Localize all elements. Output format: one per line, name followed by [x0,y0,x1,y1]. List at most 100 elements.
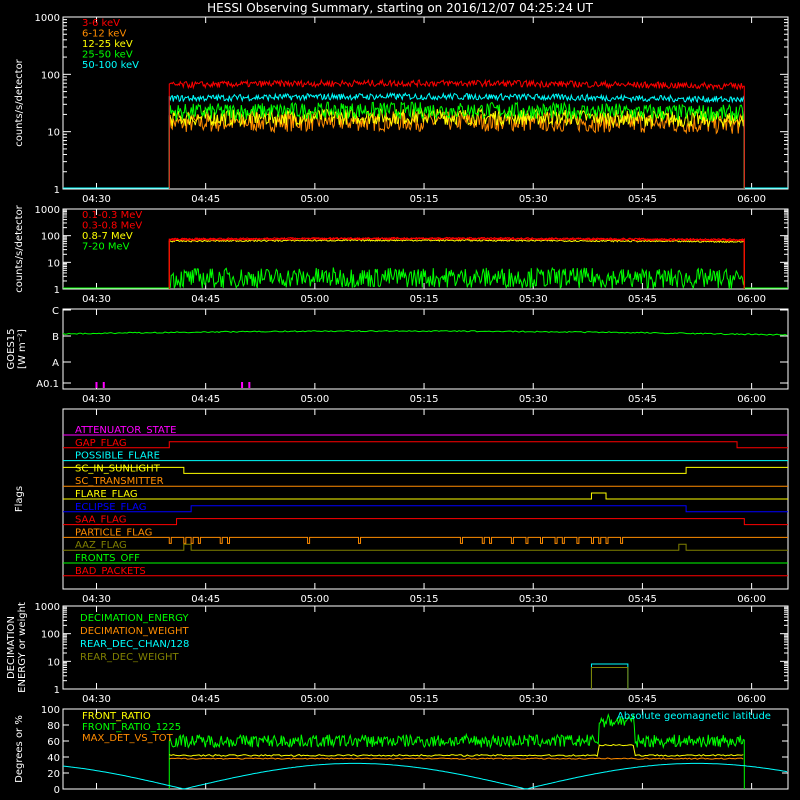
y-tick-label: 10 [47,258,60,269]
legend-entry: REAR_DEC_WEIGHT [80,652,179,663]
max-det-vs-tot-line [169,757,744,760]
x-tick-label: 06:00 [737,594,766,605]
y-axis-label: Degrees or % [14,715,25,783]
front-ratio-line [169,743,744,757]
y-tick-label: 1000 [35,13,60,24]
x-tick-label: 05:15 [410,594,439,605]
y-tick-label: 1 [54,185,60,196]
y-tick-label: 60 [47,737,60,748]
y-tick-label: 100 [41,705,60,716]
x-tick-label: 05:00 [300,194,329,205]
flag-line-eclipse_flag [63,505,788,513]
x-tick-label: 04:45 [191,294,220,305]
x-tick-label: 04:45 [191,394,220,405]
legend-entry: DECIMATION_WEIGHT [80,626,189,637]
x-tick-label: 06:00 [737,194,766,205]
x-tick-label: 05:15 [410,194,439,205]
flag-label: GAP_FLAG [75,438,127,449]
x-tick-label: 05:15 [410,694,439,705]
y-tick-label: 10 [47,128,60,139]
flag-label: SAA_FLAG [75,515,126,526]
x-tick-label: 04:45 [191,594,220,605]
legend-entry: 12-25 keV [82,39,133,50]
y-axis-label-line2: [W m⁻²] [17,329,28,369]
series-line-7-20-MeV [168,266,745,290]
x-tick-label: 06:00 [737,294,766,305]
flag-line-saa_flag [63,518,788,526]
hessi-summary-figure: HESSI Observing Summary, starting on 201… [0,0,800,800]
x-tick-label: 04:30 [82,194,111,205]
legend-entry: 50-100 keV [82,60,139,71]
x-tick-label: 04:30 [82,394,111,405]
y-tick-label: 10 [47,657,60,668]
flag-label: POSSIBLE_FLARE [75,451,160,462]
x-tick-label: 05:00 [300,394,329,405]
y-axis-label: Flags [14,486,25,512]
y-axis-label: counts/s/detector [14,58,25,146]
y-tick-label: 0 [54,785,60,796]
x-tick-label: 05:45 [628,194,657,205]
y-tick-label: 1 [54,285,60,296]
y-tick-label: A0.1 [36,379,59,390]
legend-entry: 7-20 MeV [82,242,130,253]
legend-entry: FRONT_RATIO [82,711,151,722]
y-tick-label: A [52,358,59,369]
legend-entry: 6-12 keV [82,29,126,40]
flag-line-flare_flag [63,492,788,500]
legend-entry: MAX_DET_VS_TOT [82,733,174,744]
x-tick-label: 05:30 [519,694,548,705]
legend-entry: REAR_DEC_CHAN/128 [80,639,189,650]
x-tick-label: 04:45 [191,694,220,705]
x-tick-label: 05:30 [519,394,548,405]
flag-label: BAD_PACKETS [75,566,146,577]
x-tick-label: 04:30 [82,594,111,605]
x-tick-label: 05:30 [519,594,548,605]
y-tick-label: 100 [41,70,60,81]
front-ratio-1225-line [168,713,745,790]
y-tick-label: 100 [41,232,60,243]
legend-entry: 3-6 keV [82,18,120,29]
y-tick-label: 80 [47,721,60,732]
y-tick-label: 40 [47,753,60,764]
x-tick-label: 05:00 [300,594,329,605]
y-tick-label: 100 [41,630,60,641]
x-tick-label: 05:45 [628,594,657,605]
y-axis-label-line1: GOES15 [6,328,17,369]
x-tick-label: 05:00 [300,694,329,705]
x-tick-label: 05:00 [300,294,329,305]
y-axis-label: counts/s/detector [14,204,25,292]
legend-entry: Absolute geomagnetic latitude [617,711,771,722]
flag-label: AAZ_FLAG [75,540,127,551]
y-tick-label: 1000 [35,205,60,216]
x-tick-label: 04:45 [191,194,220,205]
y-tick-label: 20 [47,769,60,780]
x-tick-label: 05:15 [410,394,439,405]
y-tick-label: B [52,332,59,343]
x-tick-label: 05:15 [410,294,439,305]
legend-entry: FRONT_RATIO_1225 [82,722,181,733]
rear-dec-weight-step [590,666,629,689]
x-tick-label: 05:30 [519,294,548,305]
goes-flux-line [62,329,788,336]
x-tick-label: 04:30 [82,294,111,305]
flag-label: ATTENUATOR_STATE [75,425,176,436]
flag-label: PARTICLE_FLAG [75,527,152,538]
flag-label: SC_TRANSMITTER [75,476,164,487]
series-line-12-25-keV [168,107,745,190]
flag-line-particle_flag [63,536,788,544]
y-tick-label: 1 [54,685,60,696]
panel-frame [62,16,789,190]
geomagnetic-latitude-line [62,762,788,790]
series-line-3-6-keV [168,78,745,190]
x-tick-label: 05:30 [519,194,548,205]
y-tick-label: 1000 [35,602,60,613]
y-tick-label: C [52,306,59,317]
panel-frame [62,308,789,390]
x-tick-label: 04:30 [82,694,111,705]
flag-label: ECLIPSE_FLAG [75,502,146,513]
x-tick-label: 06:00 [737,394,766,405]
flag-line-aaz_flag [63,543,788,551]
x-tick-label: 06:00 [737,694,766,705]
flag-line-sc_in_sunlight [63,466,788,474]
flag-label: SC_IN_SUNLIGHT [75,463,161,474]
